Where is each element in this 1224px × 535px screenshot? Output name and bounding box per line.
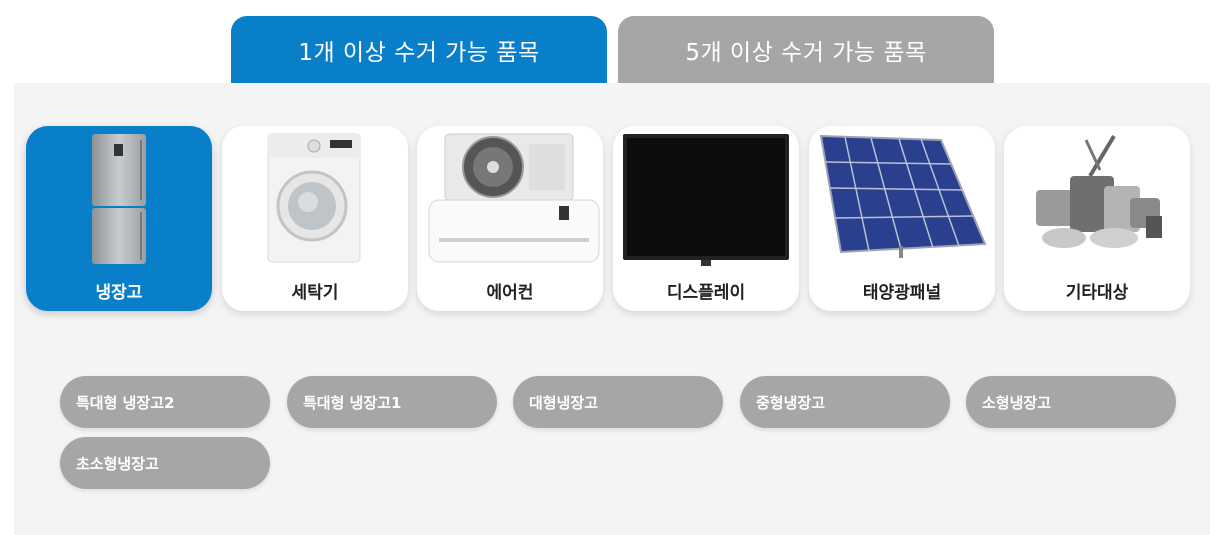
- subcategory-pill[interactable]: 소형냉장고: [966, 376, 1176, 428]
- category-label: 에어컨: [486, 283, 534, 303]
- display-icon: [623, 134, 789, 266]
- air-conditioner-icon: [428, 133, 600, 263]
- solar-panel-icon: [819, 134, 987, 258]
- washing-machine-icon: [267, 133, 361, 263]
- category-label: 냉장고: [95, 283, 143, 303]
- category-label: 세탁기: [291, 283, 339, 303]
- refrigerator-icon: [92, 134, 146, 264]
- category-card-display[interactable]: 디스플레이: [613, 126, 799, 311]
- misc-appliances-icon: [1036, 134, 1162, 248]
- subcategory-pill[interactable]: 특대형 냉장고2: [60, 376, 270, 428]
- category-card-washing-machine[interactable]: 세탁기: [222, 126, 408, 311]
- tab-5-plus-items[interactable]: 5개 이상 수거 가능 품목: [618, 16, 994, 83]
- category-label: 디스플레이: [666, 283, 746, 303]
- category-tabs: 1개 이상 수거 가능 품목 5개 이상 수거 가능 품목: [231, 16, 996, 83]
- subcategory-pill[interactable]: 특대형 냉장고1: [287, 376, 497, 428]
- subcategory-pill[interactable]: 초소형냉장고: [60, 437, 270, 489]
- subcategory-pill[interactable]: 중형냉장고: [740, 376, 950, 428]
- category-card-solar-panel[interactable]: 태양광패널: [809, 126, 995, 311]
- category-card-misc[interactable]: 기타대상: [1004, 126, 1190, 311]
- subcategory-pill[interactable]: 대형냉장고: [513, 376, 723, 428]
- category-card-air-conditioner[interactable]: 에어컨: [417, 126, 603, 311]
- category-label: 기타대상: [1065, 283, 1129, 303]
- category-card-refrigerator[interactable]: 냉장고: [26, 126, 212, 311]
- category-label: 태양광패널: [862, 283, 942, 303]
- tab-1-plus-items[interactable]: 1개 이상 수거 가능 품목: [231, 16, 607, 83]
